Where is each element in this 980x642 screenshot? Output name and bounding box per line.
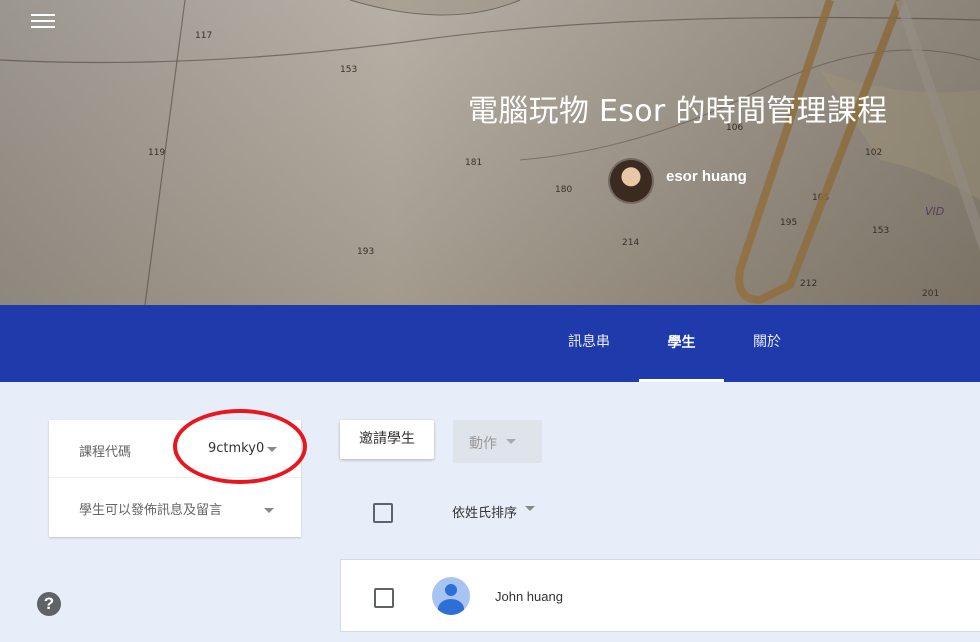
chevron-down-icon[interactable] (264, 508, 274, 513)
chevron-down-icon[interactable] (525, 506, 535, 511)
course-banner: 153 119 117 181 180 193 214 195 105 102 … (0, 0, 980, 305)
help-icon[interactable]: ? (37, 592, 61, 616)
student-list: John huang (340, 559, 980, 632)
svg-text:102: 102 (865, 148, 882, 158)
svg-text:201: 201 (922, 289, 939, 299)
svg-text:181: 181 (465, 158, 482, 168)
student-name[interactable]: John huang (495, 589, 563, 604)
tab-stream[interactable]: 訊息串 (557, 305, 621, 382)
svg-text:212: 212 (800, 279, 817, 289)
teacher-avatar (608, 158, 654, 204)
invite-students-button[interactable]: 邀請學生 (340, 420, 434, 459)
svg-text:153: 153 (872, 226, 889, 236)
svg-text:153: 153 (340, 65, 357, 75)
svg-text:180: 180 (555, 185, 572, 195)
course-title: 電腦玩物 Esor 的時間管理課程 (468, 94, 888, 129)
highlight-annotation-circle (173, 409, 307, 484)
svg-text:195: 195 (780, 218, 797, 228)
map-background-image: 153 119 117 181 180 193 214 195 105 102 … (0, 0, 980, 305)
post-permission-row[interactable]: 學生可以發佈訊息及留言 (49, 478, 301, 536)
svg-text:117: 117 (195, 31, 212, 41)
student-select-checkbox[interactable] (374, 588, 394, 608)
hamburger-menu-icon[interactable] (31, 10, 55, 30)
course-nav-bar: 訊息串 學生 關於 (0, 305, 980, 382)
svg-text:214: 214 (622, 238, 639, 248)
teacher-name: esor huang (666, 167, 747, 185)
tab-students[interactable]: 學生 (639, 305, 724, 382)
student-avatar (432, 577, 470, 615)
teacher-info: esor huang (608, 158, 747, 204)
svg-text:VID: VID (925, 205, 944, 218)
svg-text:119: 119 (148, 148, 165, 158)
svg-text:105: 105 (812, 193, 829, 203)
post-permission-label: 學生可以發佈訊息及留言 (79, 503, 223, 518)
person-icon-body (438, 599, 464, 615)
person-icon-head (445, 584, 457, 596)
svg-text:193: 193 (357, 247, 374, 257)
select-all-checkbox[interactable] (373, 503, 393, 523)
sort-by-surname-dropdown[interactable]: 依姓氏排序 (452, 502, 517, 521)
tab-about[interactable]: 關於 (740, 305, 794, 382)
chevron-down-icon (506, 439, 516, 444)
actions-dropdown-button[interactable]: 動作 (453, 420, 542, 463)
actions-label: 動作 (469, 436, 497, 452)
course-code-label: 課程代碼 (79, 445, 132, 460)
